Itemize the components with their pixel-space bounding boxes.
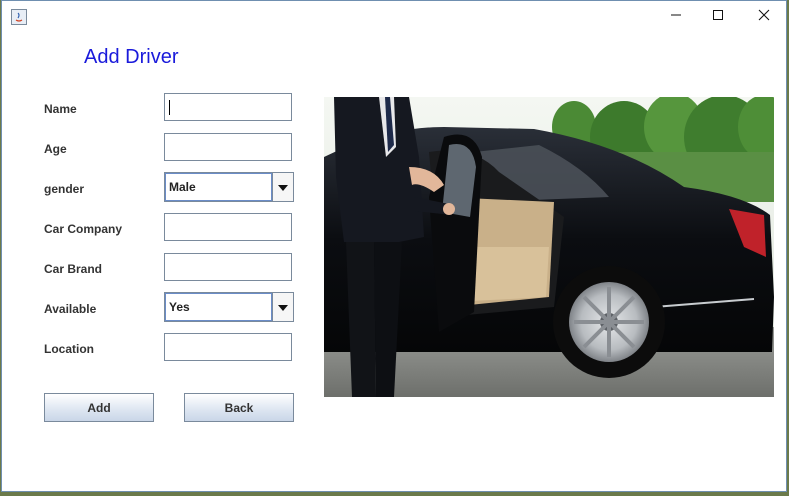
app-window: Add Driver Name Age gender Male Car Comp… (1, 0, 787, 492)
location-field[interactable] (164, 333, 292, 361)
gender-dropdown-button[interactable] (272, 173, 293, 201)
maximize-icon (712, 8, 724, 26)
back-button[interactable]: Back (184, 393, 294, 422)
age-label: Age (44, 142, 67, 156)
minimize-button[interactable] (653, 1, 699, 33)
car-company-label: Car Company (44, 222, 123, 236)
maximize-button[interactable] (695, 1, 741, 33)
car-brand-field[interactable] (164, 253, 292, 281)
gender-selected-value: Male (165, 173, 272, 201)
car-brand-label: Car Brand (44, 262, 103, 276)
name-label: Name (44, 102, 77, 116)
dropdown-arrow-icon (278, 178, 288, 196)
car-company-field[interactable] (164, 213, 292, 241)
gender-select[interactable]: Male (164, 172, 294, 202)
age-field[interactable] (164, 133, 292, 161)
gender-label: gender (44, 182, 85, 196)
chauffeur-car-photo (324, 97, 774, 397)
location-label: Location (44, 342, 94, 356)
close-button[interactable] (741, 1, 787, 33)
name-field[interactable] (164, 93, 292, 121)
available-select[interactable]: Yes (164, 292, 294, 322)
title-bar (2, 1, 786, 33)
add-button[interactable]: Add (44, 393, 154, 422)
close-icon (758, 8, 770, 26)
page-title: Add Driver (84, 46, 179, 68)
available-label: Available (44, 302, 97, 316)
text-caret (169, 100, 170, 115)
available-dropdown-button[interactable] (272, 293, 293, 321)
dropdown-arrow-icon (278, 298, 288, 316)
app-icon (11, 9, 27, 25)
available-selected-value: Yes (165, 293, 272, 321)
minimize-icon (670, 8, 682, 26)
